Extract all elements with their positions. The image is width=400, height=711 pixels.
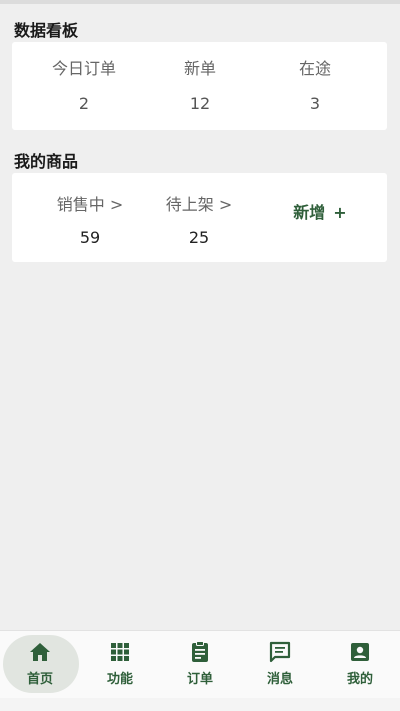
tab-label: 首页 [26, 672, 53, 687]
tab-functions[interactable]: 功能 [80, 631, 160, 699]
on-sale-label: 销售中 > [56, 195, 124, 214]
dashboard-title: 数据看板 [14, 21, 79, 40]
plus-icon: + [333, 203, 347, 222]
profile-icon [351, 643, 369, 661]
system-nav-strip [0, 698, 400, 711]
pending-listing-count: 25 [188, 228, 210, 247]
grid-icon [111, 643, 129, 661]
dashboard-card: 今日订单 2 新单 12 在途 3 [12, 42, 387, 130]
tab-home[interactable]: 首页 [0, 631, 80, 699]
tab-label: 订单 [186, 672, 213, 687]
on-sale-count: 59 [79, 228, 101, 247]
tab-label: 功能 [106, 672, 133, 687]
stat-value: 12 [189, 94, 211, 113]
add-product-label: 新增 [293, 203, 326, 222]
tab-orders[interactable]: 订单 [160, 631, 240, 699]
stat-label: 在途 [298, 59, 331, 78]
tab-label: 我的 [346, 672, 373, 687]
stat-label: 新单 [183, 59, 216, 78]
stat-value: 3 [309, 94, 321, 113]
bottom-tab-bar: 首页 功能 订单 消息 我的 [0, 630, 400, 698]
pending-listing-label: 待上架 > [165, 195, 233, 214]
tab-messages[interactable]: 消息 [240, 631, 320, 699]
tab-profile[interactable]: 我的 [320, 631, 400, 699]
clipboard-icon [192, 641, 208, 662]
products-card: 销售中 > 59 待上架 > 25 新增 + [12, 173, 387, 262]
stat-value: 2 [78, 94, 90, 113]
add-product-button[interactable]: 新增 + [270, 199, 370, 223]
top-divider [0, 0, 400, 4]
page: 数据看板 今日订单 2 新单 12 在途 3 我的商品 销售中 > 59 待上架… [0, 0, 400, 711]
message-icon [269, 641, 291, 663]
tab-label: 消息 [266, 672, 293, 687]
home-icon [30, 643, 50, 661]
products-title: 我的商品 [14, 152, 79, 171]
stat-label: 今日订单 [51, 59, 116, 78]
